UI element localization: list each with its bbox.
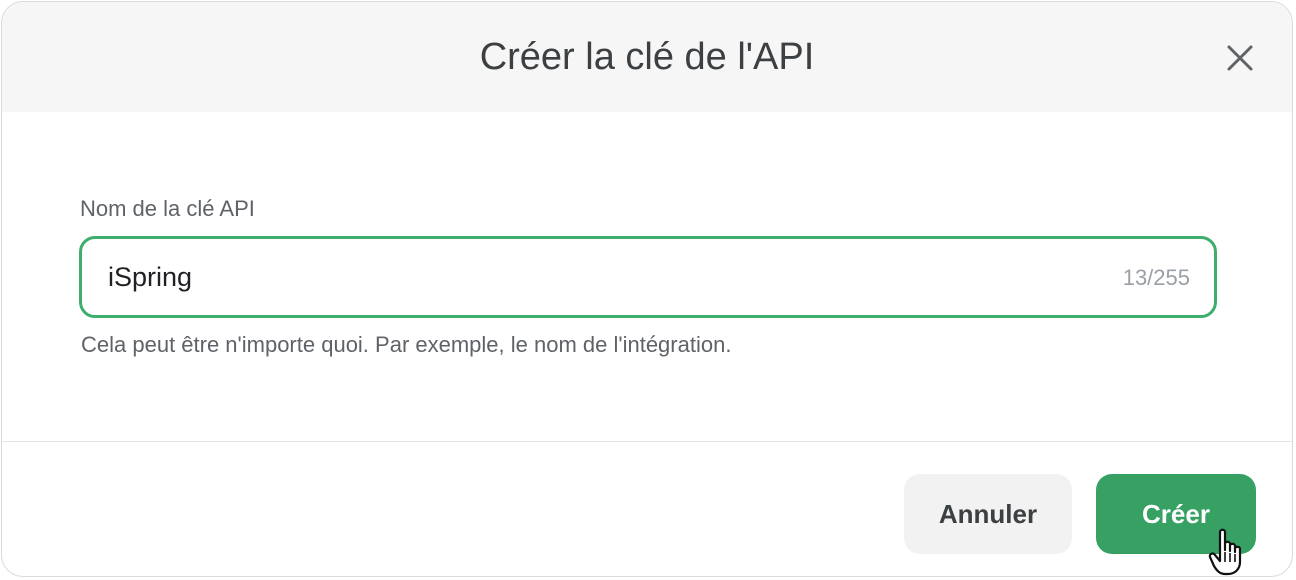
dialog-header: Créer la clé de l'API: [2, 2, 1292, 112]
close-button[interactable]: [1224, 42, 1256, 74]
create-api-key-dialog: Créer la clé de l'API Nom de la clé API …: [1, 1, 1293, 577]
api-key-name-input[interactable]: [108, 259, 1008, 295]
cancel-button[interactable]: Annuler: [904, 474, 1072, 554]
api-key-name-field[interactable]: 13/255: [79, 236, 1217, 318]
footer-divider: [2, 441, 1292, 442]
api-key-name-label: Nom de la clé API: [80, 196, 255, 221]
field-hint: Cela peut être n'importe quoi. Par exemp…: [81, 332, 732, 357]
close-icon: [1227, 45, 1253, 71]
hand-pointer-icon: [1208, 528, 1242, 576]
dialog-title: Créer la clé de l'API: [479, 36, 815, 78]
character-counter: 13/255: [1122, 265, 1190, 290]
